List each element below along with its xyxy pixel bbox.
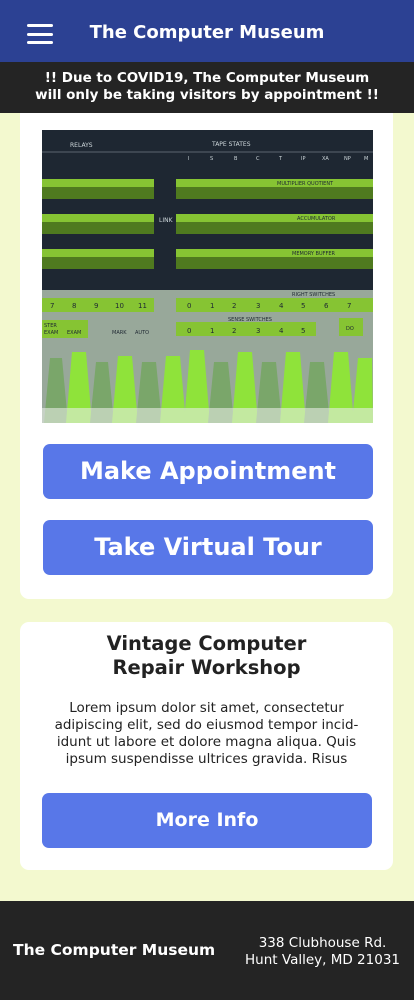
switch-number: 2	[232, 302, 236, 310]
switch-number: 8	[72, 302, 76, 310]
panel-label-do: DO	[346, 326, 354, 332]
switch-number: 6	[324, 302, 329, 310]
workshop-text-line: ipsum suspendisse ultrices gravida. Risu…	[65, 751, 348, 767]
panel-label-relays: RELAYS	[70, 142, 93, 149]
switch-number: 3	[256, 302, 260, 310]
switch-number: 3	[256, 327, 260, 335]
panel-label-exam: EXAM	[67, 330, 81, 336]
switch-number: 5	[301, 302, 305, 310]
switch-number: 5	[301, 327, 305, 335]
tape-label: XA	[322, 156, 329, 162]
notice-line-1: !! Due to COVID19, The Computer Museum	[44, 70, 370, 86]
panel-label-auto: AUTO	[135, 330, 149, 336]
covid-notice-banner: !! Due to COVID19, The Computer Museum w…	[0, 62, 414, 113]
tape-label: C	[256, 156, 260, 162]
switch-number: 2	[232, 327, 236, 335]
switch-number: 1	[210, 302, 214, 310]
hero-card: RELAYS TAPE STATES I S B C T IP XA NP M	[20, 113, 393, 599]
more-info-button[interactable]: More Info	[42, 793, 372, 848]
tape-label: NP	[344, 156, 351, 162]
panel-label-exam: EXAM	[44, 330, 58, 336]
switch-number: 11	[138, 302, 147, 310]
footer-address-line-1: 338 Clubhouse Rd.	[258, 935, 387, 951]
switch-number: 9	[94, 302, 98, 310]
switch-number: 0	[187, 302, 191, 310]
switch-number: 4	[279, 302, 284, 310]
virtual-tour-button[interactable]: Take Virtual Tour	[43, 520, 373, 575]
workshop-text-line: Lorem ipsum dolor sit amet, consectetur	[69, 700, 344, 716]
tape-label: S	[210, 156, 213, 162]
switch-number: 4	[279, 327, 284, 335]
tape-label: IP	[301, 156, 306, 162]
switch-number: 7	[347, 302, 351, 310]
panel-label-multiplier: MULTIPLIER QUOTIENT	[277, 181, 334, 187]
workshop-title-line-1: Vintage Computer	[106, 632, 307, 655]
tape-label: B	[234, 156, 238, 162]
panel-label-link: LINK	[159, 217, 174, 224]
workshop-text-line: idunt ut labore et dolore magna aliqua. …	[56, 734, 357, 750]
panel-label-tape-states: TAPE STATES	[211, 141, 251, 148]
footer-address-line-2: Hunt Valley, MD 21031	[245, 952, 400, 968]
switch-number: 7	[50, 302, 54, 310]
top-navigation-bar: The Computer Museum	[0, 0, 414, 62]
switch-number: 1	[210, 327, 214, 335]
panel-label-accumulator: ACCUMULATOR	[297, 216, 336, 222]
make-appointment-button[interactable]: Make Appointment	[43, 444, 373, 499]
computer-panel-photo: RELAYS TAPE STATES I S B C T IP XA NP M	[42, 130, 373, 423]
notice-line-2: will only be taking visitors by appointm…	[35, 87, 379, 103]
panel-label-mark: MARK	[112, 330, 127, 336]
computer-panel-image: RELAYS TAPE STATES I S B C T IP XA NP M	[42, 130, 373, 423]
panel-label-ster: STER	[44, 323, 57, 329]
tape-label: M	[364, 156, 368, 162]
site-footer: The Computer Museum 338 Clubhouse Rd. Hu…	[0, 901, 414, 1000]
switch-number: 10	[115, 302, 124, 310]
workshop-text-line: adipiscing elit, sed do eiusmod tempor i…	[54, 717, 359, 733]
workshop-description: Lorem ipsum dolor sit amet, consectetur …	[48, 700, 365, 768]
footer-museum-name: The Computer Museum	[13, 941, 216, 959]
switch-number: 0	[187, 327, 191, 335]
tape-label: I	[188, 156, 189, 162]
panel-label-memory-buffer: MEMORY BUFFER	[292, 251, 336, 257]
panel-label-right-switches: RIGHT SWITCHES	[292, 292, 335, 298]
workshop-card: Vintage Computer Repair Workshop Lorem i…	[20, 622, 393, 870]
workshop-title: Vintage Computer Repair Workshop	[20, 632, 393, 680]
workshop-title-line-2: Repair Workshop	[112, 656, 301, 679]
panel-label-sense-switches: SENSE SWITCHES	[228, 317, 272, 323]
site-title[interactable]: The Computer Museum	[0, 22, 414, 43]
footer-address: 338 Clubhouse Rd. Hunt Valley, MD 21031	[245, 935, 400, 969]
